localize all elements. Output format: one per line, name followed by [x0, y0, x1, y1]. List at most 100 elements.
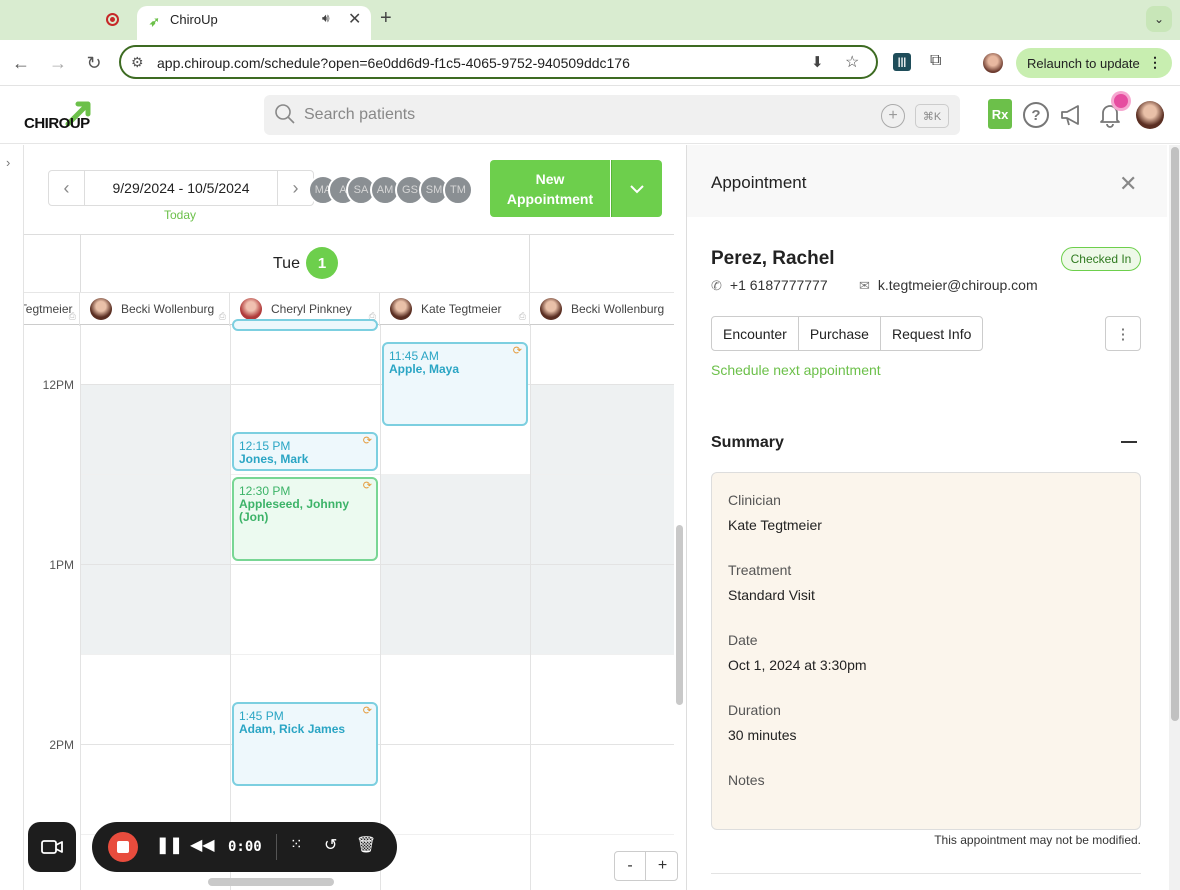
speaker-icon[interactable]: 🔊︎	[322, 11, 330, 26]
search-patients-input[interactable]: Search patients + ⌘K	[264, 95, 960, 135]
print-icon[interactable]: ⎙	[219, 311, 226, 322]
request-info-button[interactable]: Request Info	[881, 317, 982, 350]
trash-icon[interactable]: 🗑︎	[356, 835, 376, 855]
restart-icon[interactable]: ↺	[324, 835, 337, 855]
print-icon[interactable]: ⎙	[69, 311, 76, 322]
appointment-card[interactable]: ⟳ 1:45 PM Adam, Rick James	[232, 702, 378, 786]
collapse-summary-icon[interactable]	[1121, 441, 1137, 443]
provider-column-header[interactable]: Becki Wollenburg ⎙	[80, 293, 230, 326]
reload-button[interactable]: ↻	[81, 50, 107, 76]
provider-avatar	[90, 298, 112, 320]
stop-recording-button[interactable]	[108, 832, 138, 862]
calendar-vertical-scrollbar[interactable]	[676, 525, 683, 705]
pause-icon[interactable]: ❚❚	[156, 835, 183, 855]
extension-icon[interactable]: |||	[893, 53, 911, 71]
video-camera-icon	[41, 840, 63, 854]
keyboard-shortcut-badge: ⌘K	[915, 104, 949, 128]
tab-search-chevron-icon[interactable]: ⌄	[1146, 6, 1172, 32]
appointment-card[interactable]: ⟳ 12:30 PM Appleseed, Johnny (Jon)	[232, 477, 378, 561]
megaphone-icon[interactable]	[1058, 101, 1086, 129]
extensions-puzzle-icon[interactable]: ⧉	[930, 52, 941, 70]
new-appointment-dropdown[interactable]	[611, 160, 662, 217]
appointment-patient: Appleseed, Johnny (Jon)	[239, 497, 350, 524]
recording-timer: 0:00	[228, 839, 262, 855]
new-tab-button[interactable]: +	[380, 7, 392, 30]
rewind-icon[interactable]: ◀◀	[190, 835, 215, 855]
panel-title: Appointment	[711, 173, 807, 192]
provider-column-header[interactable]: Becki Wollenburg	[530, 293, 674, 326]
date-range-label[interactable]: 9/29/2024 - 10/5/2024	[85, 171, 277, 205]
column-divider	[380, 325, 381, 890]
hour-label: 1PM	[49, 558, 74, 572]
clinician-chip[interactable]: TM	[443, 175, 473, 205]
schedule-next-link[interactable]: Schedule next appointment	[711, 362, 881, 378]
hour-label: 12PM	[42, 378, 74, 392]
forward-button[interactable]: →	[45, 50, 71, 76]
appointment-card[interactable]	[232, 319, 378, 331]
relaunch-button[interactable]: Relaunch to update ⋮	[1016, 48, 1172, 78]
print-icon[interactable]: ⎙	[519, 311, 526, 322]
calendar-body: 12PM 1PM 2PM ⟳ 11:45 AM Apple, Maya ⟳ 12…	[24, 319, 674, 890]
more-options-icon[interactable]: ⋮	[1105, 316, 1141, 351]
summary-card: Clinician Kate Tegtmeier Treatment Stand…	[711, 472, 1141, 830]
status-badge: Checked In	[1061, 247, 1141, 271]
back-button[interactable]: ←	[8, 50, 34, 76]
app-header: CHIROUP Search patients + ⌘K Rx ?	[0, 87, 1180, 144]
clinician-value: Kate Tegtmeier	[728, 517, 822, 533]
patient-phone[interactable]: ✆ +1 6187777777	[711, 277, 828, 294]
zoom-control: - +	[614, 851, 678, 881]
browser-toolbar: ← → ↻ ⚙︎ app.chiroup.com/schedule?open=6…	[0, 40, 1180, 86]
date-range-picker: ‹ 9/29/2024 - 10/5/2024 ›	[48, 170, 314, 206]
address-bar[interactable]: ⚙︎ app.chiroup.com/schedule?open=6e0dd6d…	[119, 45, 878, 79]
grid-dots-icon[interactable]: ⁙	[290, 835, 303, 853]
expand-chevron-icon[interactable]: ›	[6, 155, 10, 170]
notifications-button[interactable]	[1096, 94, 1128, 129]
appointment-card[interactable]: ⟳ 11:45 AM Apple, Maya	[382, 342, 528, 426]
today-link[interactable]: Today	[164, 208, 196, 222]
profile-avatar[interactable]	[983, 53, 1003, 73]
notes-label: Notes	[728, 772, 765, 788]
new-appointment-button[interactable]: New Appointment	[490, 160, 610, 217]
zoom-out-button[interactable]: -	[615, 852, 646, 880]
help-icon[interactable]: ?	[1023, 102, 1049, 128]
close-tab-icon[interactable]: ✕	[348, 9, 361, 29]
appointment-card[interactable]: ⟳ 12:15 PM Jones, Mark	[232, 432, 378, 471]
day-number-badge[interactable]: 1	[306, 247, 338, 279]
appointment-patient: Apple, Maya	[389, 362, 460, 376]
purchase-button[interactable]: Purchase	[799, 317, 881, 350]
provider-column-header[interactable]: Kate Tegtmeier ⎙	[380, 293, 530, 326]
bookmark-star-icon[interactable]: ☆	[845, 52, 859, 72]
half-hour-line	[80, 654, 674, 655]
user-avatar[interactable]	[1136, 101, 1164, 129]
site-settings-icon[interactable]: ⚙︎	[131, 54, 144, 71]
calendar-horizontal-scrollbar[interactable]	[208, 878, 334, 886]
patient-email[interactable]: ✉ k.tegtmeier@chiroup.com	[859, 277, 1038, 294]
search-icon	[275, 104, 295, 124]
camera-toggle-button[interactable]	[28, 822, 76, 872]
patient-name[interactable]: Perez, Rachel	[711, 248, 835, 270]
browser-tab-bar: ➶ ChiroUp 🔊︎ ✕ + ⌄	[0, 0, 1180, 40]
add-icon[interactable]: +	[881, 104, 905, 128]
column-divider	[530, 325, 531, 890]
encounter-button[interactable]: Encounter	[712, 317, 799, 350]
provider-column-header[interactable]: Kate Tegtmeier ⎙	[24, 293, 80, 326]
appointment-time: 11:45 AM	[389, 349, 439, 363]
install-app-icon[interactable]: ⬇︎	[811, 53, 824, 71]
treatment-label: Treatment	[728, 562, 792, 578]
chiroup-logo[interactable]: CHIROUP	[24, 98, 100, 134]
hour-line	[80, 564, 674, 565]
zoom-in-button[interactable]: +	[647, 852, 678, 880]
appointment-actions: Encounter Purchase Request Info	[711, 316, 984, 351]
tab-chiroup[interactable]: ➶ ChiroUp 🔊︎ ✕	[137, 6, 371, 40]
prescription-icon[interactable]: Rx	[988, 99, 1012, 129]
recurring-icon: ⟳	[362, 705, 372, 717]
recording-toolbar: ❚❚ ◀◀ 0:00 ⁙ ↺ 🗑︎	[92, 822, 397, 872]
appointment-time: 12:15 PM	[239, 439, 291, 453]
previous-week-button[interactable]: ‹	[49, 171, 85, 205]
clinician-label: Clinician	[728, 492, 781, 508]
recording-tab[interactable]	[96, 6, 132, 34]
close-icon[interactable]: ✕	[1119, 171, 1137, 197]
column-divider	[230, 325, 231, 890]
mail-icon: ✉	[859, 278, 870, 293]
panel-scrollbar[interactable]	[1169, 145, 1180, 890]
